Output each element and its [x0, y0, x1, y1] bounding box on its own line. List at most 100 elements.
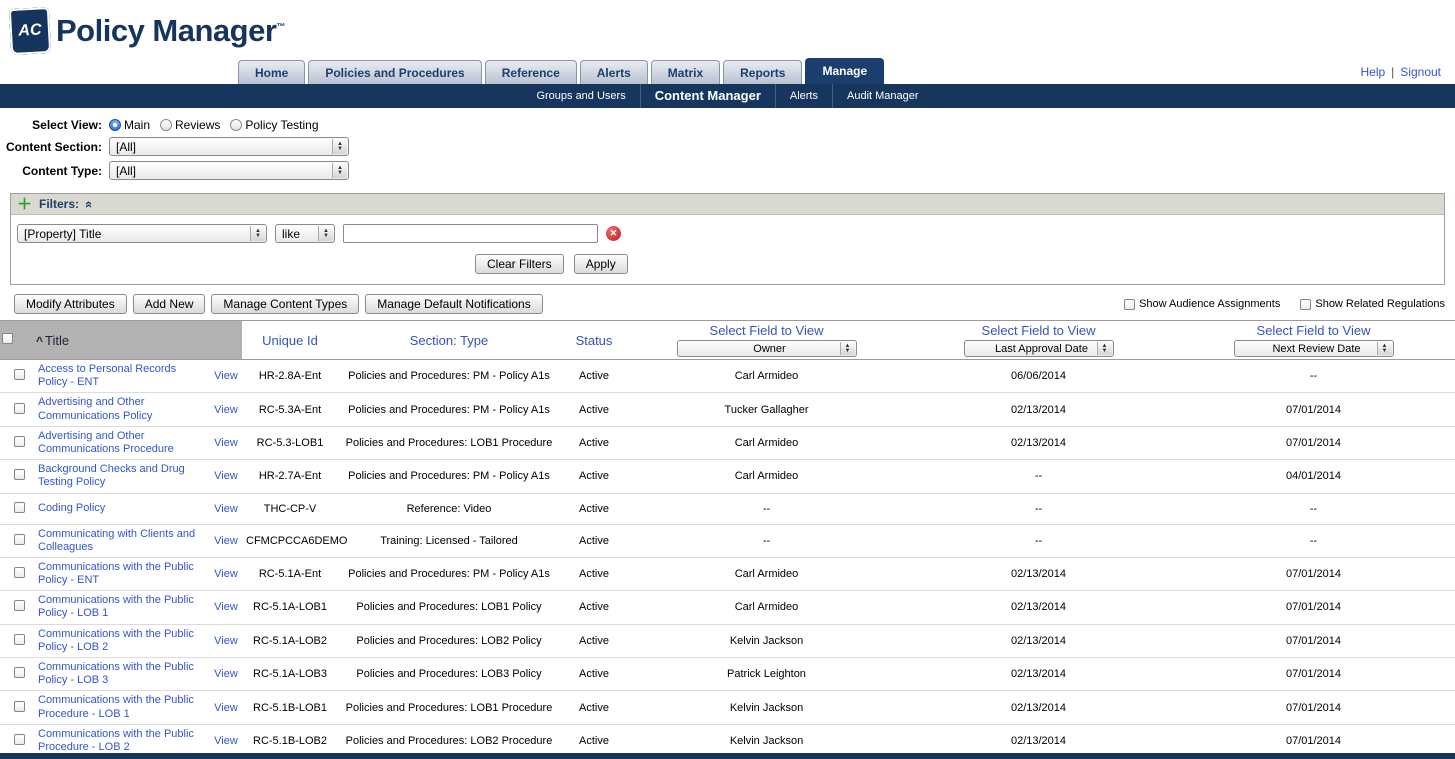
- view-link[interactable]: View: [214, 470, 238, 482]
- checkbox-icon: [1300, 299, 1311, 310]
- add-filter-icon[interactable]: ＋: [17, 197, 32, 212]
- apply-button[interactable]: Apply: [574, 254, 628, 274]
- subnav-content-manager[interactable]: Content Manager: [640, 84, 775, 108]
- row-checkbox[interactable]: [14, 469, 25, 480]
- view-link[interactable]: View: [214, 437, 238, 449]
- unique-id-cell: HR-2.8A-Ent: [242, 360, 338, 393]
- filter-operator-select[interactable]: like ▲▼: [275, 224, 335, 243]
- view-cell: View: [210, 591, 242, 624]
- title-link[interactable]: Communications with the Public Policy - …: [38, 561, 206, 587]
- row-checkbox[interactable]: [14, 701, 25, 712]
- tab-policies-and-procedures[interactable]: Policies and Procedures: [308, 60, 481, 84]
- manage-default-notifications-button[interactable]: Manage Default Notifications: [365, 294, 542, 314]
- owner-field-select[interactable]: Owner ▲▼: [677, 340, 857, 357]
- title-link[interactable]: Advertising and Other Communications Pro…: [38, 430, 206, 456]
- row-checkbox[interactable]: [14, 534, 25, 545]
- select-field-to-view-label[interactable]: Select Field to View: [1174, 323, 1453, 338]
- title-link[interactable]: Communications with the Public Policy - …: [38, 661, 206, 687]
- title-link[interactable]: Coding Policy: [38, 502, 105, 515]
- view-link[interactable]: View: [214, 668, 238, 680]
- clear-filters-button[interactable]: Clear Filters: [475, 254, 564, 274]
- unique-id-header[interactable]: Unique Id: [242, 321, 338, 360]
- tab-matrix[interactable]: Matrix: [651, 60, 720, 84]
- approval-field-select[interactable]: Last Approval Date ▲▼: [964, 340, 1114, 357]
- content-table: ^Title Unique Id Section: Type Status Se…: [0, 320, 1455, 759]
- row-checkbox[interactable]: [14, 502, 25, 513]
- content-section-select[interactable]: [All] ▲▼: [109, 137, 349, 156]
- view-link[interactable]: View: [214, 404, 238, 416]
- title-cell: Communications with the Public Policy - …: [34, 624, 210, 657]
- show-audience-assignments-option[interactable]: Show Audience Assignments: [1124, 298, 1280, 310]
- remove-filter-icon[interactable]: ✕: [606, 226, 621, 241]
- view-link[interactable]: View: [214, 601, 238, 613]
- status-cell: Active: [560, 557, 628, 590]
- view-cell: View: [210, 691, 242, 724]
- title-header[interactable]: ^Title: [34, 321, 210, 360]
- title-link[interactable]: Communicating with Clients and Colleague…: [38, 528, 206, 554]
- tab-home[interactable]: Home: [238, 60, 305, 84]
- status-header[interactable]: Status: [560, 321, 628, 360]
- tab-reports[interactable]: Reports: [723, 60, 802, 84]
- view-link[interactable]: View: [214, 735, 238, 747]
- row-checkbox[interactable]: [14, 600, 25, 611]
- content-type-select[interactable]: [All] ▲▼: [109, 161, 349, 180]
- owner-field-value: Owner: [684, 343, 856, 355]
- row-checkbox[interactable]: [14, 667, 25, 678]
- row-checkbox[interactable]: [14, 403, 25, 414]
- modify-attributes-button[interactable]: Modify Attributes: [14, 294, 127, 314]
- view-link[interactable]: View: [214, 702, 238, 714]
- title-cell: Communications with the Public Policy - …: [34, 557, 210, 590]
- tab-manage[interactable]: Manage: [805, 58, 884, 84]
- select-all-checkbox[interactable]: [2, 333, 13, 344]
- view-link[interactable]: View: [214, 568, 238, 580]
- tab-reference[interactable]: Reference: [485, 60, 577, 84]
- tab-alerts[interactable]: Alerts: [580, 60, 648, 84]
- filter-value-input[interactable]: [343, 224, 598, 243]
- row-checkbox[interactable]: [14, 436, 25, 447]
- subnav-audit-manager[interactable]: Audit Manager: [832, 84, 933, 108]
- title-link[interactable]: Access to Personal Records Policy - ENT: [38, 363, 206, 389]
- view-link[interactable]: View: [214, 535, 238, 547]
- help-link[interactable]: Help: [1360, 65, 1385, 79]
- signout-link[interactable]: Signout: [1400, 65, 1441, 79]
- row-checkbox[interactable]: [14, 634, 25, 645]
- subnav-groups-and-users[interactable]: Groups and Users: [522, 84, 639, 108]
- title-link[interactable]: Communications with the Public Policy - …: [38, 628, 206, 654]
- row-checkbox[interactable]: [14, 734, 25, 745]
- title-link[interactable]: Communications with the Public Procedure…: [38, 694, 206, 720]
- review-field-select[interactable]: Next Review Date ▲▼: [1234, 340, 1394, 357]
- unique-id-cell: RC-5.3A-Ent: [242, 393, 338, 426]
- show-related-regulations-option[interactable]: Show Related Regulations: [1300, 298, 1445, 310]
- filter-property-select[interactable]: [Property] Title ▲▼: [17, 224, 267, 243]
- add-new-button[interactable]: Add New: [133, 294, 206, 314]
- subnav-alerts[interactable]: Alerts: [775, 84, 832, 108]
- manage-content-types-button[interactable]: Manage Content Types: [211, 294, 359, 314]
- view-link[interactable]: View: [214, 635, 238, 647]
- section-type-cell: Reference: Video: [338, 493, 560, 524]
- title-link[interactable]: Background Checks and Drug Testing Polic…: [38, 463, 206, 489]
- select-view-row: Select View: Main Reviews Policy Testing: [0, 118, 1455, 132]
- row-checkbox[interactable]: [14, 567, 25, 578]
- view-option-reviews[interactable]: Reviews: [160, 118, 220, 132]
- title-link[interactable]: Advertising and Other Communications Pol…: [38, 396, 206, 422]
- view-link[interactable]: View: [214, 503, 238, 515]
- content-section-value: [All]: [116, 140, 348, 154]
- view-link[interactable]: View: [214, 370, 238, 382]
- title-link[interactable]: Communications with the Public Procedure…: [38, 728, 206, 754]
- app-title: Policy Manager™: [56, 13, 285, 49]
- approval-date-cell: --: [905, 460, 1172, 493]
- section-type-header[interactable]: Section: Type: [338, 321, 560, 360]
- select-field-to-view-label[interactable]: Select Field to View: [907, 323, 1170, 338]
- approval-field-value: Last Approval Date: [971, 343, 1113, 355]
- owner-cell: Tucker Gallagher: [628, 393, 905, 426]
- view-cell: View: [210, 426, 242, 459]
- review-date-cell: 07/01/2014: [1172, 426, 1455, 459]
- view-option-policy-testing[interactable]: Policy Testing: [230, 118, 318, 132]
- title-link[interactable]: Communications with the Public Policy - …: [38, 594, 206, 620]
- view-option-main[interactable]: Main: [109, 118, 150, 132]
- collapse-filters-icon[interactable]: «: [82, 200, 97, 207]
- select-field-to-view-label[interactable]: Select Field to View: [630, 323, 903, 338]
- review-date-cell: 07/01/2014: [1172, 393, 1455, 426]
- row-checkbox[interactable]: [14, 369, 25, 380]
- filter-row: [Property] Title ▲▼ like ▲▼ ✕: [17, 224, 1438, 243]
